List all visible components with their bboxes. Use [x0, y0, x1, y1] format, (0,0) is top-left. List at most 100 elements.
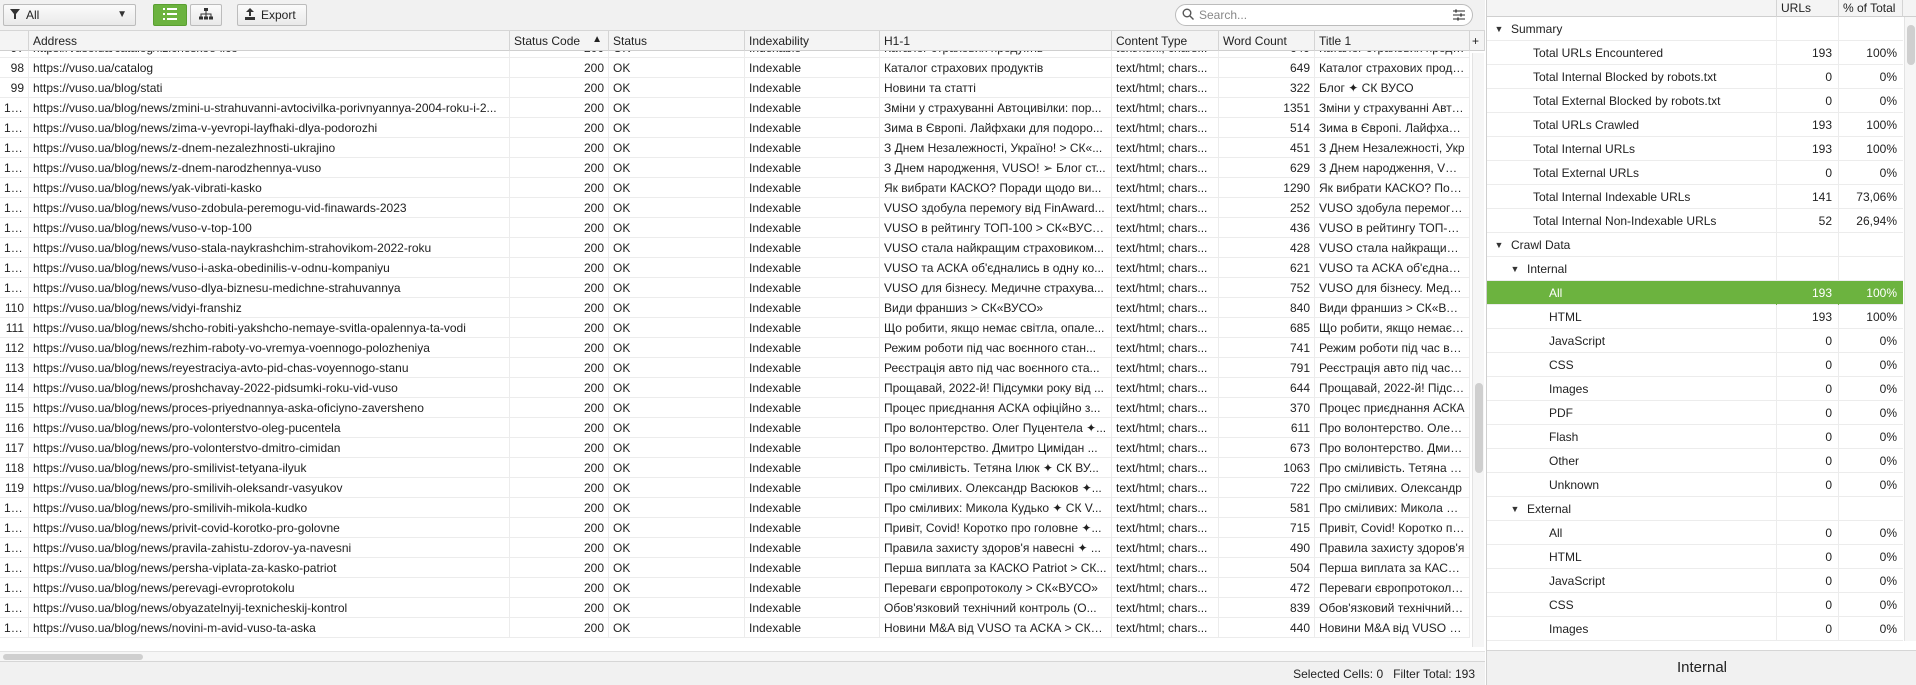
- row-index[interactable]: 122: [0, 538, 29, 558]
- row-status[interactable]: OK: [609, 218, 745, 238]
- row-address[interactable]: https://vuso.ua/blog/news/zima-v-yevropi…: [29, 118, 510, 138]
- row-word-count[interactable]: 436: [1219, 218, 1315, 238]
- row-content-type[interactable]: text/html; chars...: [1112, 298, 1219, 318]
- table-row[interactable]: 99 https://vuso.ua/blog/stati 200 OK Indexab…: [0, 78, 1470, 98]
- row-indexability[interactable]: Indexable: [745, 558, 880, 578]
- row-address[interactable]: https://vuso.ua/blog/news/vuso-dlya-bizn…: [29, 278, 510, 298]
- row-status[interactable]: OK: [609, 158, 745, 178]
- overview-item[interactable]: CSS 0 0%: [1487, 592, 1903, 617]
- row-word-count[interactable]: 611: [1219, 418, 1315, 438]
- row-status[interactable]: OK: [609, 198, 745, 218]
- row-title[interactable]: VUSO здобула перемогу від: [1315, 198, 1470, 218]
- vertical-scrollbar[interactable]: [1472, 53, 1484, 647]
- row-word-count[interactable]: 722: [1219, 478, 1315, 498]
- row-word-count[interactable]: 752: [1219, 278, 1315, 298]
- row-status[interactable]: OK: [609, 51, 745, 58]
- row-word-count[interactable]: 673: [1219, 438, 1315, 458]
- row-word-count[interactable]: 629: [1219, 158, 1315, 178]
- row-word-count[interactable]: 621: [1219, 258, 1315, 278]
- row-address[interactable]: https://vuso.ua/blog/news/vidyi-franshiz: [29, 298, 510, 318]
- row-status[interactable]: OK: [609, 458, 745, 478]
- row-index[interactable]: 103: [0, 158, 29, 178]
- row-h1[interactable]: Як вибрати КАСКО? Поради щодо ви...: [880, 178, 1112, 198]
- table-row[interactable]: 111 https://vuso.ua/blog/news/shcho-robit…: [0, 318, 1470, 338]
- row-address[interactable]: https://vuso.ua/blog/news/pro-volonterst…: [29, 418, 510, 438]
- row-status[interactable]: OK: [609, 98, 745, 118]
- row-address[interactable]: https://vuso.ua/blog/news/pro-smilivih-o…: [29, 478, 510, 498]
- row-indexability[interactable]: Indexable: [745, 418, 880, 438]
- row-status[interactable]: OK: [609, 558, 745, 578]
- row-indexability[interactable]: Indexable: [745, 258, 880, 278]
- row-index[interactable]: 120: [0, 498, 29, 518]
- overview-item[interactable]: ▼ External: [1487, 496, 1903, 521]
- overview-item[interactable]: Total Internal Non-Indexable URLs 52 26,94…: [1487, 208, 1903, 233]
- horizontal-scrollbar[interactable]: [0, 651, 1485, 661]
- row-status-code[interactable]: 200: [510, 458, 609, 478]
- row-h1[interactable]: Про сміливість. Тетяна Ілюк ✦ СК ВУ...: [880, 458, 1112, 478]
- row-content-type[interactable]: text/html; chars...: [1112, 598, 1219, 618]
- row-content-type[interactable]: text/html; chars...: [1112, 198, 1219, 218]
- table-row[interactable]: 101 https://vuso.ua/blog/news/zima-v-yevr…: [0, 118, 1470, 138]
- row-status-code[interactable]: 200: [510, 478, 609, 498]
- row-indexability[interactable]: Indexable: [745, 278, 880, 298]
- row-h1[interactable]: VUSO здобула перемогу від FinAward...: [880, 198, 1112, 218]
- expand-toggle-icon[interactable]: ▼: [1493, 24, 1505, 34]
- row-index[interactable]: 110: [0, 298, 29, 318]
- row-h1[interactable]: Обов'язковий технічний контроль (О...: [880, 598, 1112, 618]
- row-status-code[interactable]: 200: [510, 158, 609, 178]
- row-indexability[interactable]: Indexable: [745, 298, 880, 318]
- row-title[interactable]: Про сміливість. Тетяна Ілк: [1315, 458, 1470, 478]
- table-row[interactable]: 109 https://vuso.ua/blog/news/vuso-dlya-b…: [0, 278, 1470, 298]
- row-content-type[interactable]: text/html; chars...: [1112, 218, 1219, 238]
- row-indexability[interactable]: Indexable: [745, 438, 880, 458]
- row-index[interactable]: 105: [0, 198, 29, 218]
- search-options-icon[interactable]: [1452, 8, 1466, 25]
- row-address[interactable]: https://vuso.ua/blog/news/proces-priyedn…: [29, 398, 510, 418]
- overview-item[interactable]: Images 0 0%: [1487, 376, 1903, 401]
- overview-item[interactable]: Total Internal Indexable URLs 141 73,06%: [1487, 184, 1903, 209]
- row-index[interactable]: 98: [0, 58, 29, 78]
- row-title[interactable]: VUSO для бізнесу. Медичн: [1315, 278, 1470, 298]
- row-word-count[interactable]: 715: [1219, 518, 1315, 538]
- row-h1[interactable]: Види франшиз > СК«ВУСО»: [880, 298, 1112, 318]
- row-address[interactable]: https://vuso.ua/catalog: [29, 58, 510, 78]
- row-h1[interactable]: Привіт, Covid! Коротко про головне ✦...: [880, 518, 1112, 538]
- row-status-code[interactable]: 200: [510, 298, 609, 318]
- row-indexability[interactable]: Indexable: [745, 538, 880, 558]
- row-address[interactable]: https://vuso.ua/blog/news/vuso-v-top-100: [29, 218, 510, 238]
- overview-item[interactable]: Total External URLs 0 0%: [1487, 160, 1903, 185]
- row-indexability[interactable]: Indexable: [745, 78, 880, 98]
- row-word-count[interactable]: 741: [1219, 338, 1315, 358]
- row-content-type[interactable]: text/html; chars...: [1112, 58, 1219, 78]
- row-index[interactable]: 121: [0, 518, 29, 538]
- row-status-code[interactable]: 200: [510, 438, 609, 458]
- row-indexability[interactable]: Indexable: [745, 238, 880, 258]
- row-h1[interactable]: Реєстрація авто під час воєнного ста...: [880, 358, 1112, 378]
- row-word-count[interactable]: 490: [1219, 538, 1315, 558]
- row-index[interactable]: 119: [0, 478, 29, 498]
- table-row[interactable]: 116 https://vuso.ua/blog/news/pro-volonte…: [0, 418, 1470, 438]
- row-address[interactable]: https://vuso.ua/blog/news/pro-smilivist-…: [29, 458, 510, 478]
- row-address[interactable]: https://vuso.ua/blog/news/vuso-stala-nay…: [29, 238, 510, 258]
- row-word-count[interactable]: 839: [1219, 598, 1315, 618]
- row-status-code[interactable]: 200: [510, 378, 609, 398]
- row-indexability[interactable]: Indexable: [745, 158, 880, 178]
- table-row[interactable]: 118 https://vuso.ua/blog/news/pro-smilivi…: [0, 458, 1470, 478]
- search-box[interactable]: [1175, 4, 1473, 26]
- row-index[interactable]: 101: [0, 118, 29, 138]
- row-index[interactable]: 97: [0, 51, 29, 58]
- row-status[interactable]: OK: [609, 338, 745, 358]
- row-address[interactable]: https://vuso.ua/blog/news/yak-vibrati-ka…: [29, 178, 510, 198]
- row-status-code[interactable]: 200: [510, 58, 609, 78]
- row-h1[interactable]: Новини та статті: [880, 78, 1112, 98]
- row-h1[interactable]: Про волонтерство. Олег Пуцентела ✦...: [880, 418, 1112, 438]
- overview-item[interactable]: CSS 0 0%: [1487, 352, 1903, 377]
- row-h1[interactable]: Про сміливих. Олександр Васюков ✦...: [880, 478, 1112, 498]
- row-title[interactable]: Обов'язковий технічний ко: [1315, 598, 1470, 618]
- row-index[interactable]: 113: [0, 358, 29, 378]
- table-row[interactable]: 119 https://vuso.ua/blog/news/pro-smilivi…: [0, 478, 1470, 498]
- overview-item[interactable]: PDF 0 0%: [1487, 400, 1903, 425]
- row-word-count[interactable]: 370: [1219, 398, 1315, 418]
- row-status-code[interactable]: 200: [510, 518, 609, 538]
- table-row[interactable]: 120 https://vuso.ua/blog/news/pro-smilivi…: [0, 498, 1470, 518]
